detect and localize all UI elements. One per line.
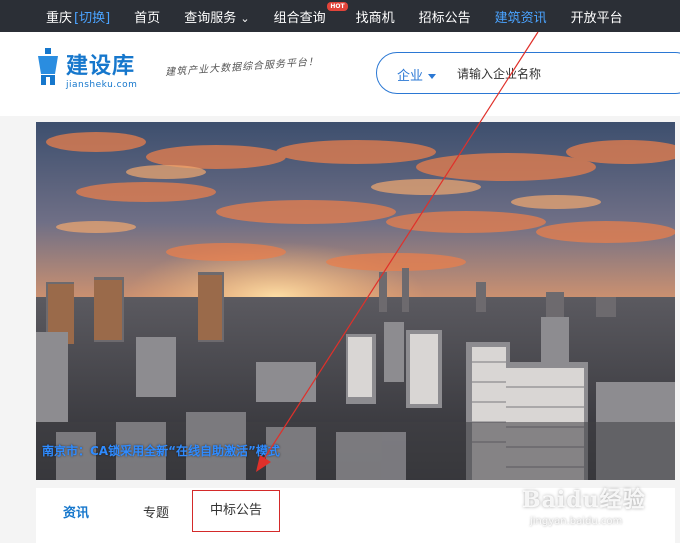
top-nav: 重庆 [切换] 首页 查询服务 ⌄ 组合查询 HOT 找商机 招标公告 建筑资讯 … (0, 0, 680, 32)
search-category-label: 企业 (397, 69, 424, 84)
search-input[interactable] (457, 63, 667, 85)
logo-tower-icon (38, 48, 58, 85)
nav-combo-query-label: 组合查询 (273, 10, 326, 26)
nav-query-service-label: 查询服务 (184, 10, 237, 26)
nav-query-service[interactable]: 查询服务 ⌄ (184, 7, 249, 26)
logo-domain: jiansheku.com (66, 80, 138, 90)
nav-open-platform[interactable]: 开放平台 (571, 7, 623, 26)
page: 重庆 [切换] 首页 查询服务 ⌄ 组合查询 HOT 找商机 招标公告 建筑资讯 … (0, 0, 680, 543)
search-category-select[interactable]: 企业 (397, 65, 437, 84)
city-name: 重庆 (46, 10, 73, 26)
chevron-down-icon: ⌄ (240, 11, 250, 25)
city-selector[interactable]: 重庆 [切换] (46, 7, 110, 26)
caret-down-icon (428, 74, 437, 79)
site-logo[interactable]: 建设库 jiansheku.com (34, 44, 144, 104)
search-box: 企业 (376, 52, 680, 94)
hero-headline-link[interactable]: 南京市：CA锁采用全新“在线自助激活”模式 (42, 442, 280, 459)
city-switch-link[interactable]: [切换] (74, 11, 110, 26)
nav-tender-notice[interactable]: 招标公告 (419, 7, 471, 26)
hero-banner[interactable]: 南京市：CA锁采用全新“在线自助激活”模式 (36, 122, 675, 480)
city-skyline-photo (36, 122, 675, 480)
tab-award-notice[interactable]: 中标公告 (192, 490, 280, 532)
baidu-jingyan-watermark: Baidu经验 jingyan.baidu.com (522, 478, 672, 538)
nav-find-opportunity[interactable]: 找商机 (356, 7, 395, 26)
tab-news[interactable]: 资讯 (36, 488, 116, 543)
watermark-url: jingyan.baidu.com (530, 516, 623, 527)
nav-construction-news[interactable]: 建筑资讯 (495, 7, 547, 26)
nav-home[interactable]: 首页 (134, 7, 160, 26)
slogan: 建筑产业大数据综合服务平台！ (164, 56, 320, 79)
watermark-brand: Baidu经验 (522, 487, 646, 513)
site-header: 建设库 jiansheku.com 建筑产业大数据综合服务平台！ 企业 (0, 32, 680, 116)
nav-combo-query[interactable]: 组合查询 HOT (273, 1, 348, 26)
tab-topics[interactable]: 专题 (116, 488, 196, 543)
hot-badge: HOT (327, 1, 348, 11)
logo-text: 建设库 (66, 54, 136, 79)
